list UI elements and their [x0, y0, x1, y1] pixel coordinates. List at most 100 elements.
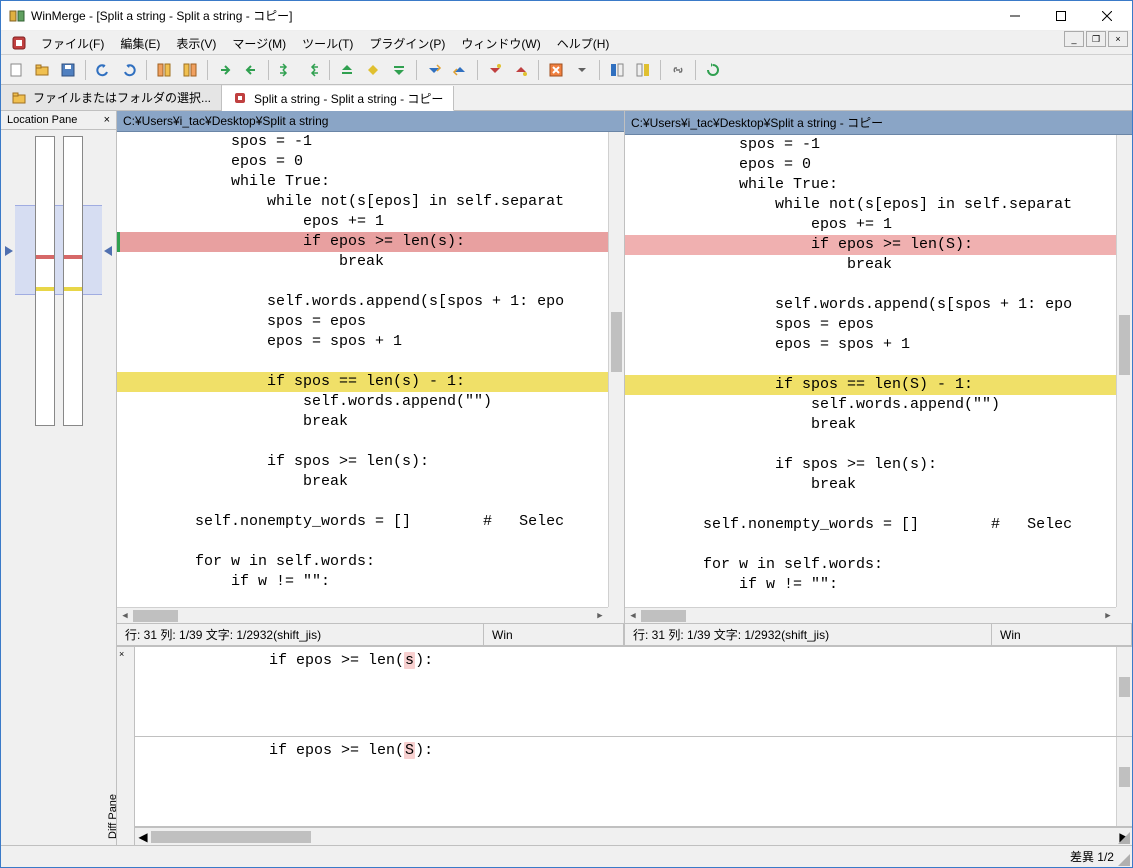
code-line: while not(s[epos] in self.separat [625, 195, 1116, 215]
code-line: self.words.append(s[spos + 1: epo [625, 295, 1116, 315]
window-resize-grip-icon[interactable] [1116, 852, 1130, 866]
copy-left-icon[interactable] [240, 59, 262, 81]
menu-tools[interactable]: ツール(T) [294, 31, 361, 54]
copy-left-all-icon[interactable] [301, 59, 323, 81]
diff-next-icon[interactable] [179, 59, 201, 81]
folder-icon [11, 90, 27, 106]
diff-row-bottom[interactable]: if epos >= len(S): [135, 737, 1132, 827]
marker-icon[interactable] [545, 59, 567, 81]
code-line [117, 532, 608, 552]
copy-right-all-icon[interactable] [275, 59, 297, 81]
tab-label: ファイルまたはフォルダの選択... [33, 89, 211, 106]
current-diff-icon[interactable] [362, 59, 384, 81]
statusbar: 差異 1/2 [1, 845, 1132, 867]
code-line: spos = epos [625, 315, 1116, 335]
horizontal-scrollbar[interactable]: ◀ ▶ [135, 827, 1132, 845]
left-status-eol: Win [484, 624, 624, 645]
code-line: if spos == len(s) - 1: [117, 372, 608, 392]
next-conf-icon[interactable] [484, 59, 506, 81]
diff-pane-close-icon[interactable]: × [119, 649, 124, 659]
code-line: self.nonempty_words = [] # Selec [117, 512, 608, 532]
tab-select-files[interactable]: ファイルまたはフォルダの選択... [1, 85, 222, 110]
link-icon[interactable] [667, 59, 689, 81]
code-line: break [117, 252, 608, 272]
close-button[interactable] [1084, 2, 1130, 30]
location-pane: Location Pane × [1, 111, 117, 845]
menu-view[interactable]: 表示(V) [168, 31, 224, 54]
vertical-scrollbar[interactable] [608, 132, 624, 607]
code-line: epos = 0 [625, 155, 1116, 175]
left-pane-path: C:¥Users¥i_tac¥Desktop¥Split a string [117, 111, 624, 132]
compare-area: C:¥Users¥i_tac¥Desktop¥Split a string sp… [117, 111, 1132, 845]
code-line: epos = 0 [117, 152, 608, 172]
vertical-scrollbar[interactable] [1116, 135, 1132, 607]
code-line: epos = spos + 1 [625, 335, 1116, 355]
menu-file[interactable]: ファイル(F) [33, 31, 112, 54]
code-line: spos = epos [117, 312, 608, 332]
redo-icon[interactable] [118, 59, 140, 81]
menu-help[interactable]: ヘルプ(H) [549, 31, 618, 54]
dropdown-icon[interactable] [571, 59, 593, 81]
code-line [625, 495, 1116, 515]
left-status-pos: 行: 31 列: 1/39 文字: 1/2932(shift_jis) [117, 624, 484, 645]
diff-row-top[interactable]: if epos >= len(s): [135, 647, 1132, 737]
diff-pane-label: Diff Pane [107, 794, 119, 839]
location-pane-title: Location Pane [7, 114, 77, 126]
menu-merge[interactable]: マージ(M) [224, 31, 294, 54]
prev-diff-icon[interactable] [449, 59, 471, 81]
resize-grip-icon[interactable] [1116, 830, 1130, 844]
copy-right-icon[interactable] [214, 59, 236, 81]
code-line: break [625, 255, 1116, 275]
vertical-scrollbar[interactable] [1116, 737, 1132, 826]
pane2-icon[interactable] [632, 59, 654, 81]
location-pane-close-icon[interactable]: × [104, 114, 110, 126]
code-line: if w != "": [625, 575, 1116, 595]
horizontal-scrollbar[interactable]: ◀▶ [117, 607, 608, 623]
mdi-close-button[interactable]: × [1108, 31, 1128, 47]
code-line [117, 432, 608, 452]
right-status-pos: 行: 31 列: 1/39 文字: 1/2932(shift_jis) [625, 624, 992, 645]
right-status-eol: Win [992, 624, 1132, 645]
menu-plugin[interactable]: プラグイン(P) [361, 31, 453, 54]
vertical-scrollbar[interactable] [1116, 647, 1132, 736]
next-diff-icon[interactable] [423, 59, 445, 81]
code-line: if spos >= len(s): [117, 452, 608, 472]
code-line: break [117, 472, 608, 492]
mdi-restore-button[interactable]: ❐ [1086, 31, 1106, 47]
left-code-view[interactable]: spos = -1 epos = 0 while True: while not… [117, 132, 624, 623]
code-line: for w in self.words: [117, 552, 608, 572]
right-pane-path: C:¥Users¥i_tac¥Desktop¥Split a string - … [625, 111, 1132, 135]
right-code-view[interactable]: spos = -1 epos = 0 while True: while not… [625, 135, 1132, 623]
pane1-icon[interactable] [606, 59, 628, 81]
code-line: if spos == len(S) - 1: [625, 375, 1116, 395]
toolbar [1, 55, 1132, 85]
status-diff-count: 差異 1/2 [1070, 848, 1114, 865]
code-line: self.words.append(s[spos + 1: epo [117, 292, 608, 312]
last-diff-icon[interactable] [388, 59, 410, 81]
maximize-button[interactable] [1038, 2, 1084, 30]
refresh-icon[interactable] [702, 59, 724, 81]
code-line [117, 272, 608, 292]
minimize-button[interactable] [992, 2, 1038, 30]
diff-prev-icon[interactable] [153, 59, 175, 81]
menu-edit[interactable]: 編集(E) [112, 31, 168, 54]
open-icon[interactable] [31, 59, 53, 81]
undo-icon[interactable] [92, 59, 114, 81]
code-line: for w in self.words: [625, 555, 1116, 575]
code-line: break [625, 475, 1116, 495]
first-diff-icon[interactable] [336, 59, 358, 81]
horizontal-scrollbar[interactable]: ◀▶ [625, 607, 1116, 623]
prev-conf-icon[interactable] [510, 59, 532, 81]
menu-window[interactable]: ウィンドウ(W) [453, 31, 548, 54]
code-line: while True: [117, 172, 608, 192]
location-map[interactable] [1, 130, 116, 845]
save-icon[interactable] [57, 59, 79, 81]
location-col-right [63, 136, 83, 426]
code-line [117, 352, 608, 372]
code-line [625, 435, 1116, 455]
mdi-app-icon [5, 31, 33, 54]
mdi-minimize-button[interactable]: _ [1064, 31, 1084, 47]
new-icon[interactable] [5, 59, 27, 81]
code-line: if epos >= len(S): [625, 235, 1116, 255]
tab-split-string[interactable]: Split a string - Split a string - コピー [222, 86, 454, 111]
